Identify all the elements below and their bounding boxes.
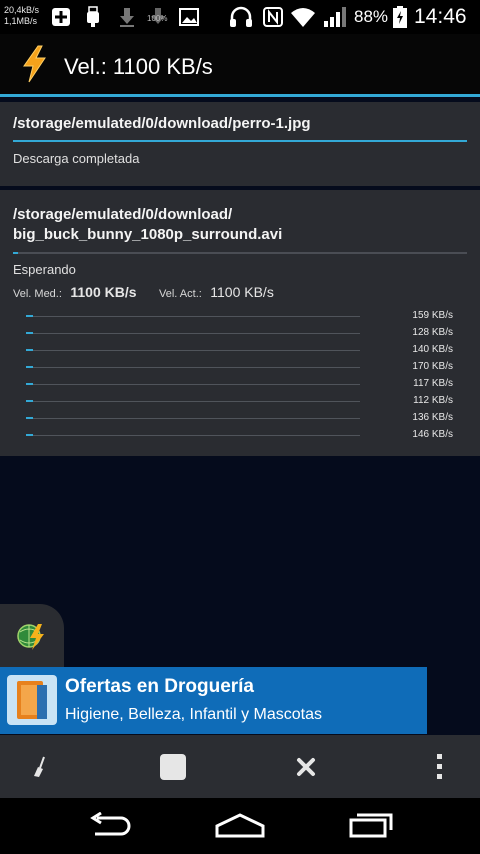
home-button[interactable] — [210, 808, 270, 844]
thread-progress-bar — [26, 400, 360, 402]
download-progress-fill — [13, 140, 467, 142]
speed-stats: Vel. Med.: 1100 KB/s Vel. Act.: 1100 KB/… — [13, 284, 274, 302]
thread-speed: 128 KB/s — [412, 327, 453, 338]
thread-progress-fill — [26, 366, 33, 368]
status-bar: 20,4kB/s 1,1MB/s 100% 88% 14:46 — [0, 0, 480, 34]
overflow-menu-button[interactable] — [400, 735, 480, 798]
usb-icon — [87, 6, 99, 27]
clear-button[interactable] — [0, 735, 80, 798]
download-item[interactable]: /storage/emulated/0/download/perro-1.jpg… — [0, 102, 480, 186]
net-down-speed: 1,1MB/s — [4, 16, 38, 26]
thread-speed: 136 KB/s — [412, 412, 453, 423]
download-path: /storage/emulated/0/download/perro-1.jpg — [13, 115, 311, 132]
download-status: Descarga completada — [13, 151, 140, 166]
nfc-icon — [263, 7, 283, 27]
overflow-menu-icon — [437, 753, 442, 779]
speed-title: Vel.: 1100 KB/s — [64, 54, 213, 79]
thread-progress-fill — [26, 400, 33, 402]
net-up-speed: 20,4kB/s — [4, 5, 40, 15]
action-bar-divider — [0, 94, 480, 97]
back-icon — [90, 812, 131, 836]
action-bar: Vel.: 1100 KB/s — [0, 34, 480, 94]
recent-apps-icon — [349, 813, 393, 838]
thread-progress-fill — [26, 434, 33, 436]
navigation-bar — [0, 798, 480, 854]
thread-progress-bar — [26, 366, 360, 368]
lightning-bolt-icon — [23, 45, 46, 83]
thread-speed: 170 KB/s — [412, 361, 453, 372]
thread-speed: 159 KB/s — [412, 310, 453, 321]
recent-apps-button[interactable] — [340, 808, 400, 844]
clock: 14:46 — [414, 5, 467, 28]
download-icon — [120, 8, 134, 27]
ad-subtitle: Higiene, Belleza, Infantil y Mascotas — [65, 706, 323, 723]
download-path-line1: /storage/emulated/0/download/ — [13, 206, 233, 223]
download-item[interactable]: /storage/emulated/0/download/ big_buck_b… — [0, 190, 480, 456]
svg-text:100%: 100% — [147, 14, 167, 23]
thread-progress-fill — [26, 383, 33, 385]
broom-icon — [34, 756, 45, 777]
network-speed: 20,4kB/s 1,1MB/s — [4, 5, 39, 27]
download-status: Esperando — [13, 262, 76, 277]
thread-progress-fill — [26, 332, 33, 334]
download-progress-fill — [13, 252, 18, 254]
thread-speed: 112 KB/s — [413, 395, 453, 406]
avg-speed-value: 1100 KB/s — [70, 284, 137, 300]
ad-title: Ofertas en Droguería — [65, 676, 254, 697]
thread-speed: 146 KB/s — [412, 429, 453, 440]
bottom-toolbar — [0, 735, 480, 798]
thread-progress-fill — [26, 417, 33, 419]
thread-progress-bar — [26, 349, 360, 351]
thread-progress-fill — [26, 349, 33, 351]
thread-speed: 117 KB/s — [413, 378, 453, 389]
battery-charging-icon — [393, 6, 407, 28]
thread-progress-bar — [26, 383, 360, 385]
home-icon — [215, 813, 265, 838]
stop-button[interactable] — [133, 735, 213, 798]
floating-app-tab[interactable] — [0, 604, 64, 668]
stop-icon — [160, 753, 186, 780]
cancel-button[interactable] — [266, 735, 346, 798]
plus-icon — [52, 8, 70, 26]
battery-percentage: 88% — [354, 7, 389, 26]
thread-progress-bar — [26, 332, 360, 334]
signal-icon — [324, 7, 346, 27]
image-icon — [179, 8, 199, 26]
shopping-bag-icon — [17, 681, 47, 719]
current-speed-label: Vel. Act.: — [159, 288, 202, 300]
avg-speed-label: Vel. Med.: — [13, 288, 62, 300]
download-progress-bar — [13, 252, 467, 254]
current-speed-value: 1100 KB/s — [210, 284, 274, 300]
thread-progress-bar — [26, 315, 360, 317]
wifi-icon — [291, 8, 315, 27]
download-100-icon: 100% — [147, 8, 167, 24]
ad-banner[interactable]: Ofertas en Droguería Higiene, Belleza, I… — [0, 667, 427, 734]
thread-progress-fill — [26, 315, 33, 317]
ad-app-icon — [7, 675, 57, 725]
close-icon — [297, 757, 315, 776]
globe-bolt-icon — [17, 624, 44, 650]
download-progress-bar — [13, 140, 467, 142]
headset-icon — [230, 6, 252, 27]
download-path-line2: big_buck_bunny_1080p_surround.avi — [13, 226, 283, 243]
thread-progress-bar — [26, 434, 360, 436]
thread-progress-bar — [26, 417, 360, 419]
back-button[interactable] — [80, 808, 140, 844]
thread-speed: 140 KB/s — [412, 344, 453, 355]
